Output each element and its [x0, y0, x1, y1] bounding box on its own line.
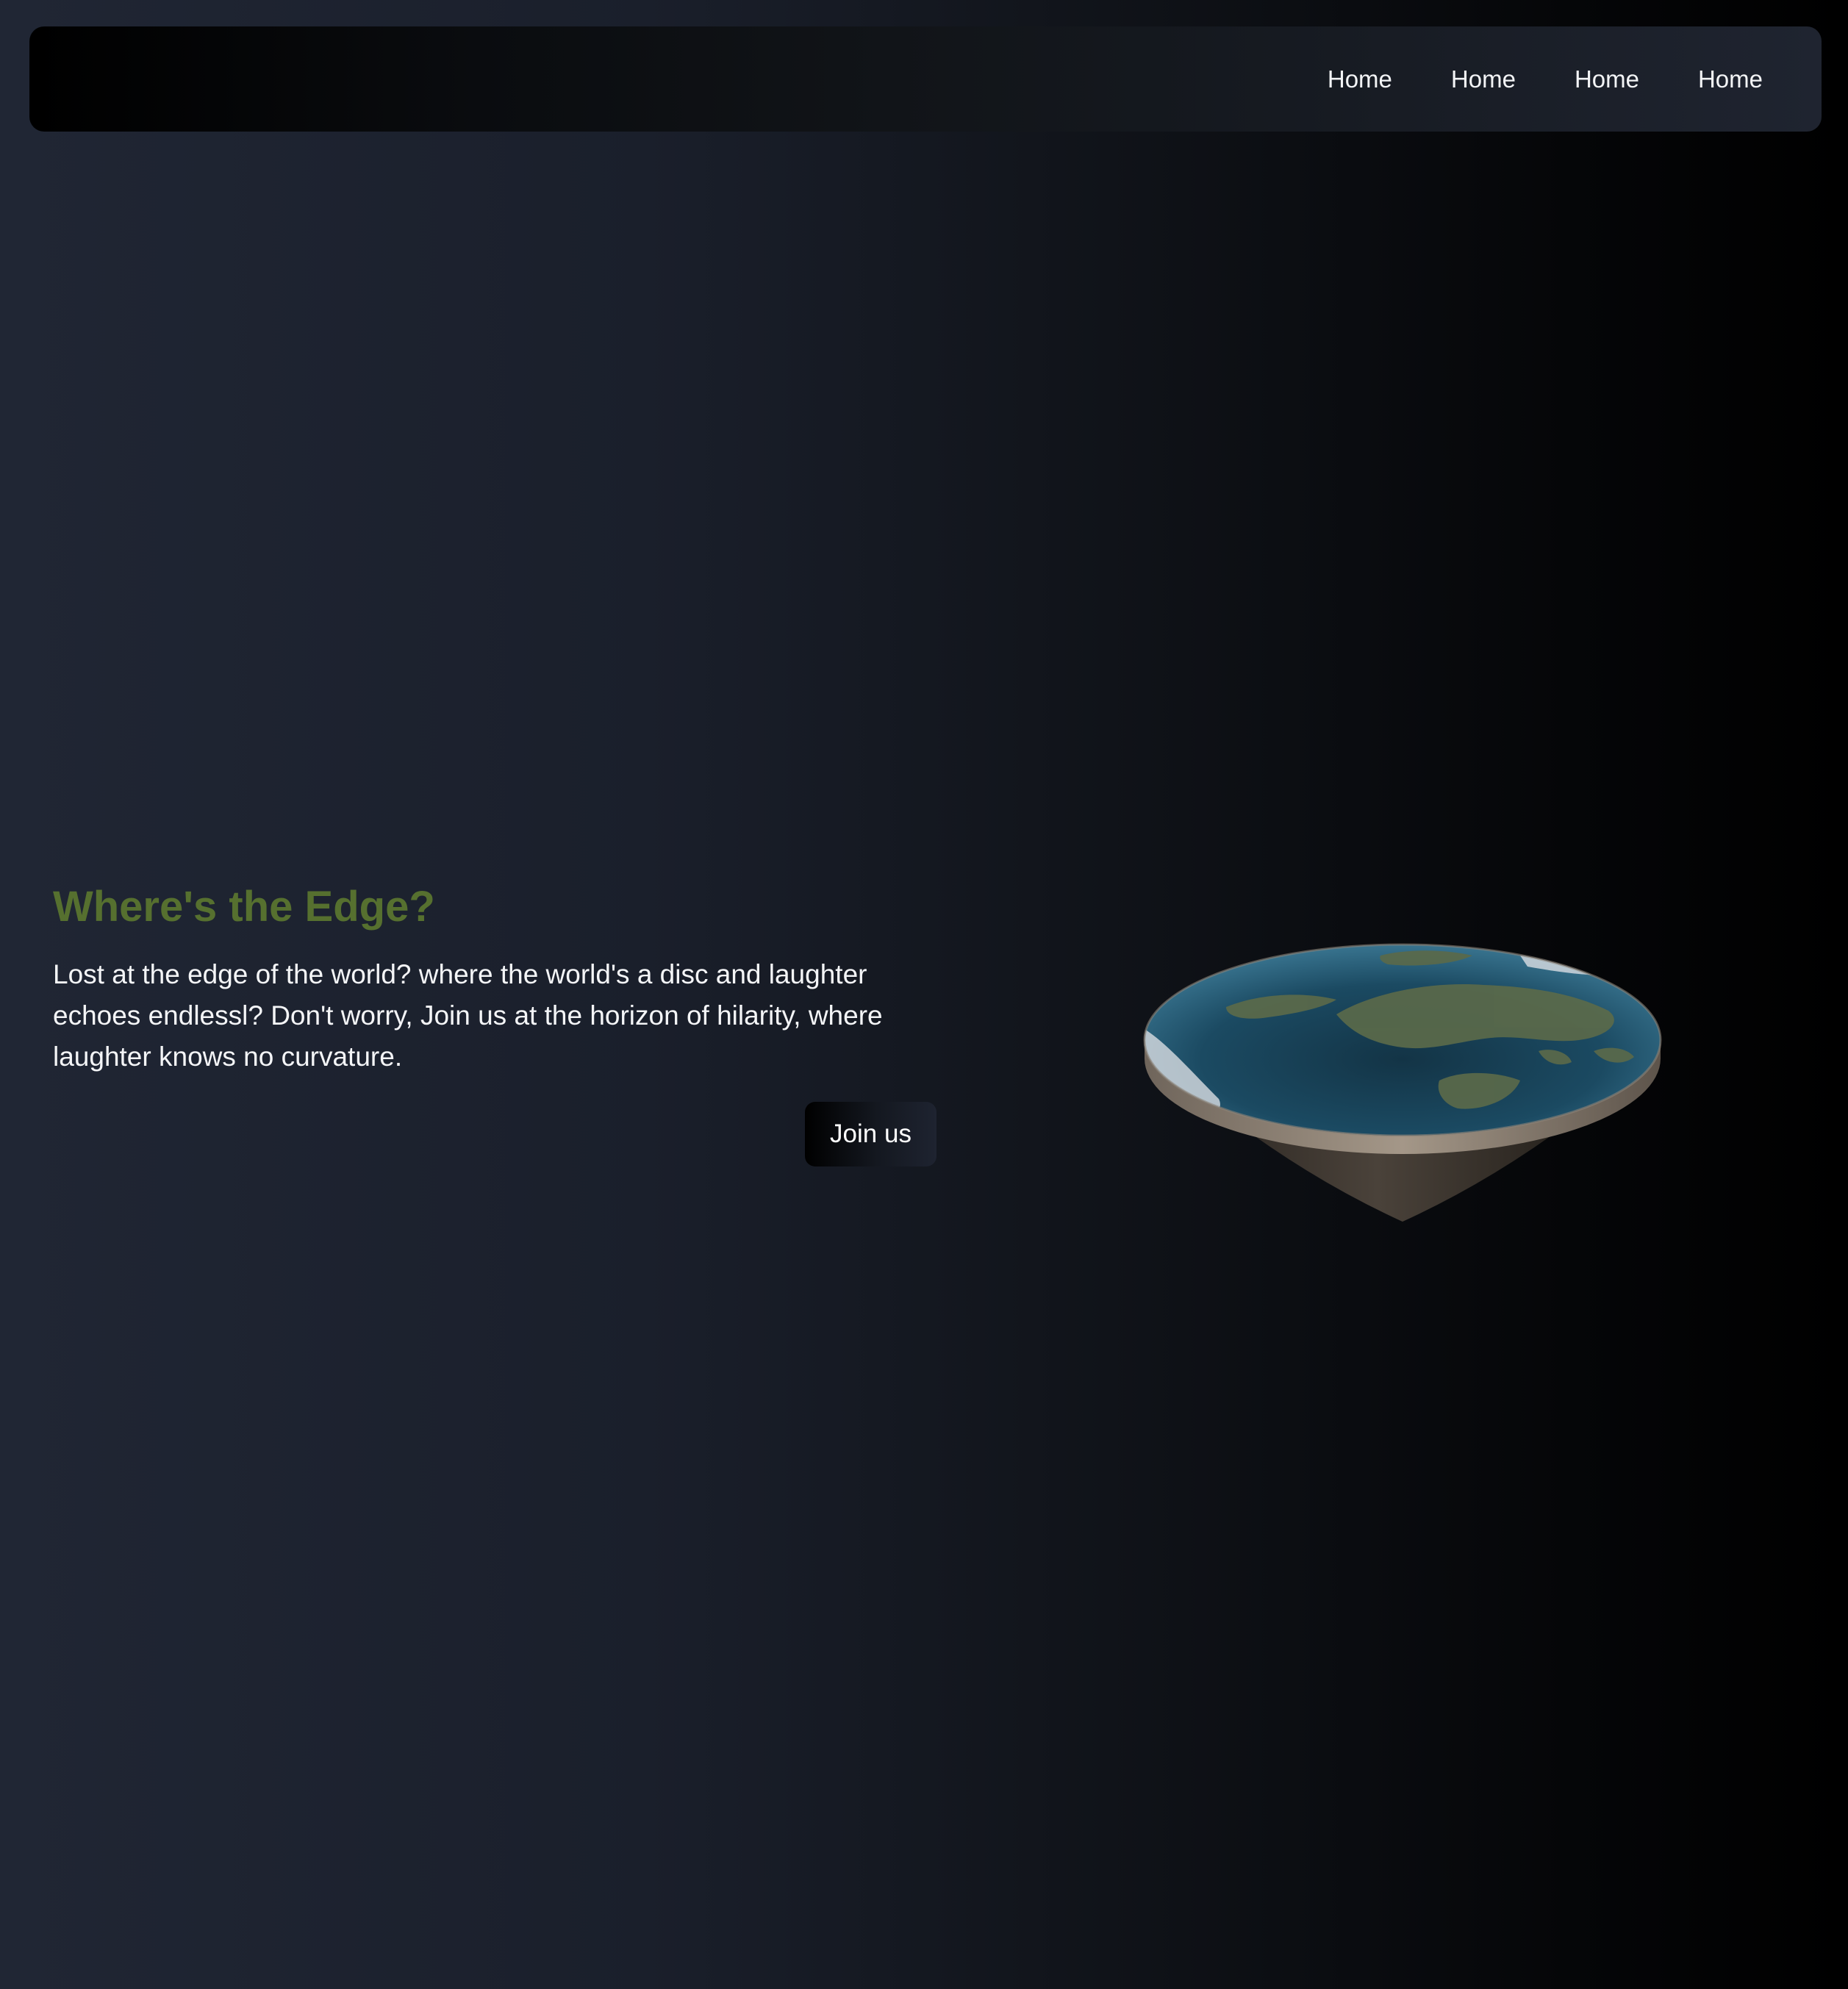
nav-links: Home Home Home Home [1269, 26, 1763, 132]
nav-link-home-4[interactable]: Home [1698, 65, 1763, 93]
flat-earth-disc-icon [1138, 941, 1667, 1235]
hero-section: Where's the Edge? Lost at the edge of th… [53, 878, 950, 1078]
join-us-button[interactable]: Join us [805, 1102, 936, 1166]
hero-description: Lost at the edge of the world? where the… [53, 959, 883, 1072]
navbar: Home Home Home Home [29, 26, 1822, 132]
hero-title: Where's the Edge? [53, 883, 435, 931]
nav-link-home-3[interactable]: Home [1575, 65, 1639, 93]
nav-link-home-2[interactable]: Home [1451, 65, 1516, 93]
nav-link-home-1[interactable]: Home [1328, 65, 1392, 93]
